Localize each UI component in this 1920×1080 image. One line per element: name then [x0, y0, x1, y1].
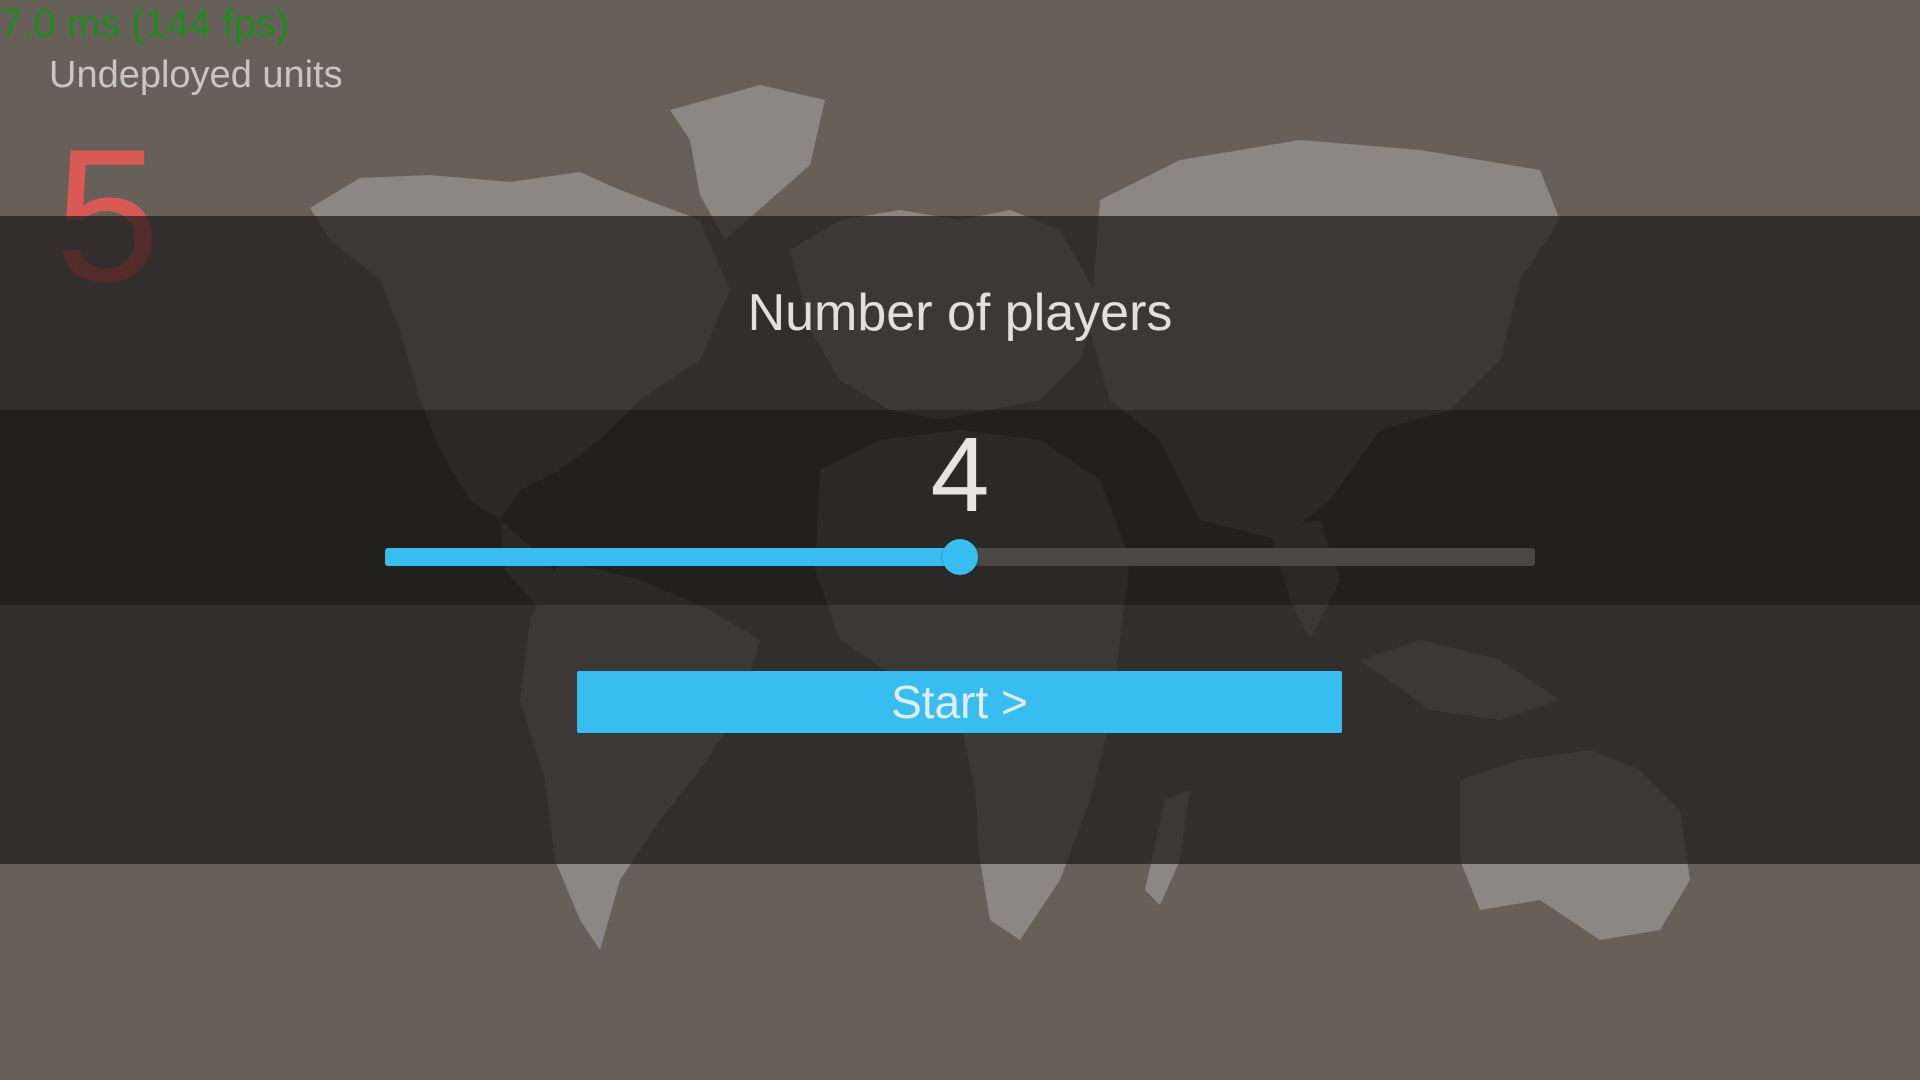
start-button[interactable]: Start >: [577, 671, 1342, 733]
slider-thumb[interactable]: [942, 539, 978, 575]
player-count-value: 4: [930, 416, 990, 534]
slider-fill: [385, 548, 960, 566]
undeployed-units-label: Undeployed units: [49, 54, 343, 96]
start-band: [0, 605, 1920, 864]
fps-counter: 7.0 ms (144 fps): [0, 2, 290, 46]
number-of-players-title: Number of players: [747, 284, 1173, 342]
player-count-slider[interactable]: [385, 539, 1535, 575]
game-screen: 7.0 ms (144 fps) Undeployed units 5 Numb…: [0, 0, 1920, 1080]
